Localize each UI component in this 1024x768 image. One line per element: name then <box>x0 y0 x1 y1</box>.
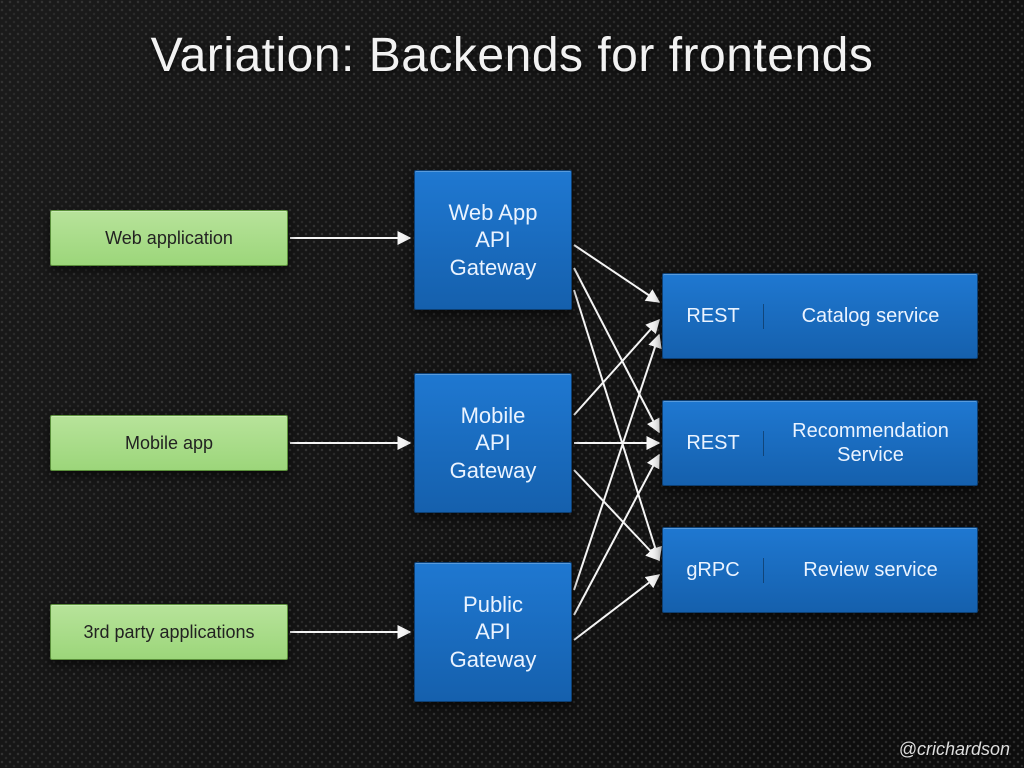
gateway-mobile-label: Mobile API Gateway <box>450 402 537 485</box>
client-third-party: 3rd party applications <box>50 604 288 660</box>
service-catalog: REST Catalog service <box>662 273 978 359</box>
client-web-application: Web application <box>50 210 288 266</box>
arrow-webgw-to-review <box>574 290 659 560</box>
service-catalog-name: Catalog service <box>764 304 977 328</box>
slide-stage: Variation: Backends for frontends Web ap… <box>0 0 1024 768</box>
arrow-publicgw-to-review <box>574 575 659 640</box>
arrow-publicgw-to-catalog <box>574 335 659 590</box>
service-review: gRPC Review service <box>662 527 978 613</box>
gateway-mobile-api: Mobile API Gateway <box>414 373 572 513</box>
client-web-label: Web application <box>105 228 233 249</box>
client-third-label: 3rd party applications <box>83 622 254 643</box>
arrow-mobilegw-to-catalog <box>574 320 659 415</box>
client-mobile-label: Mobile app <box>125 433 213 454</box>
service-recommendation-protocol: REST <box>663 431 764 456</box>
arrow-webgw-to-recommendation <box>574 268 659 432</box>
service-recommendation: REST Recommendation Service <box>662 400 978 486</box>
gateway-public-label: Public API Gateway <box>450 591 537 674</box>
arrow-mobilegw-to-review <box>574 470 659 560</box>
gateway-web-label: Web App API Gateway <box>449 199 538 282</box>
service-catalog-protocol: REST <box>663 304 764 329</box>
arrow-webgw-to-catalog <box>574 245 659 302</box>
service-review-protocol: gRPC <box>663 558 764 583</box>
client-mobile-app: Mobile app <box>50 415 288 471</box>
gateway-web-api: Web App API Gateway <box>414 170 572 310</box>
gateway-public-api: Public API Gateway <box>414 562 572 702</box>
slide-title: Variation: Backends for frontends <box>0 28 1024 83</box>
service-recommendation-name: Recommendation Service <box>764 419 977 467</box>
service-review-name: Review service <box>764 558 977 582</box>
author-handle: @crichardson <box>899 739 1010 760</box>
arrow-publicgw-to-recommendation <box>574 455 659 615</box>
